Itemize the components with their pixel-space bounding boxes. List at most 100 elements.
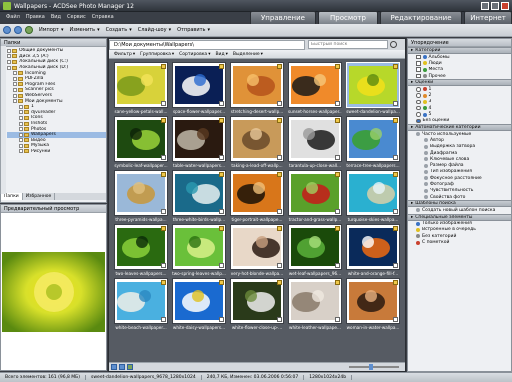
- checkbox[interactable]: [416, 73, 421, 79]
- section-header[interactable]: ▸ Категории: [408, 47, 511, 54]
- checkbox-icon[interactable]: [393, 118, 398, 123]
- dropdown-arrow-icon[interactable]: ▾: [208, 52, 210, 57]
- expand-icon[interactable]: [13, 99, 17, 104]
- select-box-icon[interactable]: [393, 155, 398, 160]
- section-header[interactable]: ▸ Специальные элементы: [408, 213, 511, 221]
- close-icon[interactable]: [501, 2, 509, 10]
- section-header[interactable]: ▸ Оценки: [408, 79, 511, 87]
- checkbox-icon[interactable]: [161, 118, 166, 123]
- collapse-icon[interactable]: ▸: [411, 80, 413, 85]
- tab-1[interactable]: Управление: [250, 11, 316, 25]
- select-box-icon[interactable]: [161, 209, 166, 214]
- expand-icon[interactable]: [19, 121, 23, 126]
- minimize-icon[interactable]: [481, 2, 489, 10]
- thumbnail-frame[interactable]: [230, 62, 284, 108]
- thumbnail-size-slider[interactable]: [349, 364, 399, 370]
- thumbnail-item[interactable]: terrace-tree-wallpapers...: [345, 116, 401, 168]
- thumbnail-frame[interactable]: [288, 62, 342, 108]
- expand-icon[interactable]: [19, 115, 23, 120]
- checkbox-icon[interactable]: [219, 64, 224, 69]
- select-box-icon[interactable]: [161, 101, 166, 106]
- checkbox-icon[interactable]: [161, 64, 166, 69]
- panel-tab[interactable]: Избранное: [23, 193, 56, 200]
- organize-item[interactable]: С пометкой: [408, 239, 511, 245]
- section-header[interactable]: ▸ Шаблоны поиска: [408, 200, 511, 208]
- checkbox-icon[interactable]: [277, 118, 282, 123]
- expand-icon[interactable]: [19, 104, 23, 109]
- thumbnail-item[interactable]: symbolic-leaf-wallpaper...: [113, 116, 169, 168]
- expand-icon[interactable]: [19, 149, 23, 154]
- thumbnail-frame[interactable]: [288, 224, 342, 270]
- thumbnail-frame[interactable]: [346, 278, 400, 324]
- expand-icon[interactable]: [7, 48, 11, 53]
- thumbnail-item[interactable]: three-pyramids-wallpa...: [113, 170, 169, 222]
- collapse-icon[interactable]: ▸: [411, 48, 413, 53]
- select-box-icon[interactable]: [277, 101, 282, 106]
- thumbnail-frame[interactable]: [114, 62, 168, 108]
- thumbnail-item[interactable]: space-flower-wallpaper...: [171, 62, 227, 114]
- panel-tab[interactable]: Папки: [1, 193, 23, 200]
- checkbox-icon[interactable]: [161, 172, 166, 177]
- tab-4[interactable]: Интернет: [464, 11, 512, 25]
- toolbar-button[interactable]: Отправить: [177, 27, 205, 33]
- select-box-icon[interactable]: [335, 263, 340, 268]
- select-box-icon[interactable]: [335, 209, 340, 214]
- filter-menu-item[interactable]: Группировка: [140, 52, 171, 57]
- checkbox-icon[interactable]: [393, 172, 398, 177]
- menu-item[interactable]: Вид: [51, 14, 61, 20]
- maximize-icon[interactable]: [491, 2, 499, 10]
- forward-icon[interactable]: [14, 26, 22, 34]
- dropdown-arrow-icon[interactable]: ▾: [133, 52, 135, 57]
- checkbox-icon[interactable]: [335, 226, 340, 231]
- radio-button[interactable]: [416, 112, 421, 117]
- expand-icon[interactable]: [13, 71, 17, 76]
- checkbox-icon[interactable]: [219, 226, 224, 231]
- checkbox-icon[interactable]: [277, 64, 282, 69]
- rotate-right-icon[interactable]: [119, 364, 125, 370]
- thumbnail-frame[interactable]: [346, 116, 400, 162]
- checkbox-icon[interactable]: [277, 172, 282, 177]
- collapse-icon[interactable]: ▸: [411, 201, 413, 206]
- thumbnail-item[interactable]: white-and-orange-fill-f...: [345, 224, 401, 276]
- checkbox-icon[interactable]: [161, 280, 166, 285]
- expand-icon[interactable]: [19, 143, 23, 148]
- thumbnail-item[interactable]: three-white-birds-wallp...: [171, 170, 227, 222]
- select-box-icon[interactable]: [277, 209, 282, 214]
- checkbox[interactable]: [416, 54, 421, 60]
- thumbnail-item[interactable]: woman-in-water-wallpa...: [345, 278, 401, 330]
- thumbnail-frame[interactable]: [346, 170, 400, 216]
- thumbnail-frame[interactable]: [230, 116, 284, 162]
- back-icon[interactable]: [3, 26, 11, 34]
- menu-item[interactable]: Правка: [26, 14, 45, 20]
- select-box-icon[interactable]: [219, 101, 224, 106]
- expand-icon[interactable]: [13, 76, 17, 81]
- dropdown-arrow-icon[interactable]: ▾: [172, 52, 174, 57]
- thumbnail-frame[interactable]: [172, 116, 226, 162]
- radio-button[interactable]: [416, 87, 421, 92]
- select-box-icon[interactable]: [393, 209, 398, 214]
- filter-menu-item[interactable]: Сортировка: [179, 52, 207, 57]
- select-box-icon[interactable]: [335, 155, 340, 160]
- thumbnail-item[interactable]: sweet-dandelion-wallpa...: [345, 62, 401, 114]
- thumbnail-item[interactable]: wet-leaf-wallpapers_96...: [287, 224, 343, 276]
- expand-icon[interactable]: [19, 132, 23, 137]
- thumbnail-frame[interactable]: [288, 278, 342, 324]
- dropdown-arrow-icon[interactable]: ▾: [261, 52, 263, 57]
- select-box-icon[interactable]: [219, 263, 224, 268]
- thumbnail-item[interactable]: very-hot-blonde-wallpa...: [229, 224, 285, 276]
- thumbnail-frame[interactable]: [230, 278, 284, 324]
- thumbnail-item[interactable]: sane-yellow-petals-wall...: [113, 62, 169, 114]
- checkbox-icon[interactable]: [335, 118, 340, 123]
- thumbnail-frame[interactable]: [114, 170, 168, 216]
- thumbnail-frame[interactable]: [346, 62, 400, 108]
- menu-item[interactable]: Файл: [6, 14, 20, 20]
- dropdown-arrow-icon[interactable]: ▾: [226, 52, 228, 57]
- select-box-icon[interactable]: [219, 209, 224, 214]
- thumbnail-item[interactable]: stretching-desert-wallp...: [229, 62, 285, 114]
- select-box-icon[interactable]: [277, 317, 282, 322]
- select-box-icon[interactable]: [219, 155, 224, 160]
- toolbar-button[interactable]: Слайд-шоу: [138, 27, 167, 33]
- select-box-icon[interactable]: [393, 317, 398, 322]
- toolbar-button[interactable]: Изменить: [69, 27, 95, 33]
- folder-tree-item[interactable]: Рисунки: [7, 149, 106, 155]
